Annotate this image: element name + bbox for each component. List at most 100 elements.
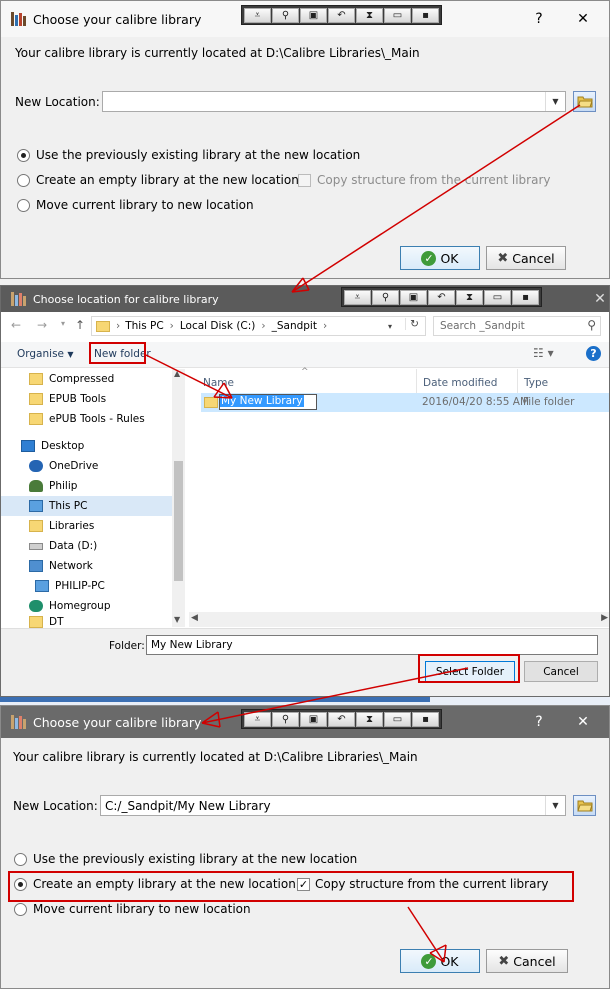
nav-item-philip[interactable]: Philip <box>29 476 77 496</box>
new-location-combo[interactable]: C:/_Sandpit/My New Library ▼ <box>100 795 566 816</box>
folder-input[interactable]: My New Library <box>146 635 598 655</box>
help-button[interactable]: ? <box>522 1 556 37</box>
scrollbar-thumb[interactable] <box>174 461 183 581</box>
radio-use-existing[interactable] <box>17 149 30 162</box>
radio-use-existing[interactable] <box>14 853 27 866</box>
up-arrow-icon[interactable]: ↑ <box>75 318 85 332</box>
search-box[interactable]: Search _Sandpit ⚲ <box>433 316 601 336</box>
collapse-icon[interactable]: ⩡ <box>344 289 371 305</box>
browse-folder-button[interactable] <box>573 91 596 112</box>
radio-create-empty[interactable] <box>17 174 30 187</box>
window-icon[interactable]: ▣ <box>300 711 327 727</box>
new-location-value: C:/_Sandpit/My New Library <box>105 799 271 813</box>
organise-button[interactable]: Organise ▼ <box>17 348 74 360</box>
navigation-pane: Compressed EPUB Tools ePUB Tools - Rules… <box>1 369 185 628</box>
nav-item-data-d[interactable]: Data (D:) <box>29 536 97 556</box>
refresh-icon[interactable]: ↻ <box>405 318 423 330</box>
nav-item-label: PHILIP-PC <box>55 580 105 592</box>
nav-item-epub-tools-rules[interactable]: ePUB Tools - Rules <box>29 409 145 429</box>
minimize-icon[interactable]: ▭ <box>384 7 411 23</box>
split-icon[interactable]: ⧗ <box>456 289 483 305</box>
split-icon[interactable]: ⧗ <box>356 711 383 727</box>
view-options-icon[interactable]: ☷ ▾ <box>533 346 554 360</box>
nav-item-network[interactable]: Network <box>29 556 93 576</box>
minimize-icon[interactable]: ▭ <box>384 711 411 727</box>
radio-use-existing-label[interactable]: Use the previously existing library at t… <box>33 852 357 866</box>
undo-icon[interactable]: ↶ <box>428 289 455 305</box>
radio-use-existing-label[interactable]: Use the previously existing library at t… <box>36 148 360 162</box>
back-arrow-icon[interactable]: ← <box>11 318 21 332</box>
help-icon[interactable]: ? <box>586 346 601 361</box>
nav-item-dt[interactable]: DT <box>29 616 64 628</box>
help-button[interactable]: ? <box>522 706 556 738</box>
pin-icon[interactable]: ⚲ <box>272 711 299 727</box>
scroll-left-icon[interactable]: ◀ <box>191 613 198 623</box>
nav-item-onedrive[interactable]: OneDrive <box>29 456 98 476</box>
nav-item-homegroup[interactable]: Homegroup <box>29 596 111 616</box>
scroll-down-icon[interactable]: ▼ <box>174 615 180 624</box>
radio-move-library-label[interactable]: Move current library to new location <box>33 902 251 916</box>
nav-item-libraries[interactable]: Libraries <box>29 516 94 536</box>
nav-item-this-pc[interactable]: This PC <box>1 496 172 516</box>
split-icon[interactable]: ⧗ <box>356 7 383 23</box>
rename-input[interactable]: My New Library <box>219 394 317 410</box>
nav-item-philip-pc[interactable]: PHILIP-PC <box>35 576 105 596</box>
new-location-combo[interactable]: ▼ <box>102 91 566 112</box>
close-button[interactable]: ✕ <box>566 1 600 37</box>
nav-scrollbar[interactable]: ▲ ▼ <box>172 369 185 627</box>
ok-button[interactable]: ✓ OK <box>400 246 480 270</box>
collapse-icon[interactable]: ⩡ <box>244 711 271 727</box>
scroll-right-icon[interactable]: ▶ <box>601 613 608 623</box>
new-folder-button[interactable]: New folder <box>94 348 151 360</box>
nav-item-desktop[interactable]: Desktop <box>21 436 84 456</box>
undo-icon[interactable]: ↶ <box>328 711 355 727</box>
cancel-button[interactable]: Cancel <box>524 661 598 682</box>
radio-create-empty-label[interactable]: Create an empty library at the new locat… <box>36 173 299 187</box>
dropdown-arrow-icon[interactable]: ▼ <box>545 796 565 815</box>
radio-create-empty-label[interactable]: Create an empty library at the new locat… <box>33 877 296 891</box>
window-icon[interactable]: ▣ <box>400 289 427 305</box>
cancel-button[interactable]: ✖ Cancel <box>486 246 566 270</box>
folder-icon <box>29 616 43 628</box>
breadcrumb-local-disk[interactable]: Local Disk (C:) <box>180 320 256 332</box>
copy-structure-checkbox[interactable] <box>298 174 311 187</box>
scroll-up-icon[interactable]: ▲ <box>174 369 180 378</box>
radio-move-library[interactable] <box>14 903 27 916</box>
dropdown-arrow-icon[interactable]: ▼ <box>545 92 565 111</box>
pin-icon[interactable]: ⚲ <box>372 289 399 305</box>
dot-icon[interactable]: ▪ <box>512 289 539 305</box>
ok-button[interactable]: ✓ OK <box>400 949 480 973</box>
search-input[interactable]: Search _Sandpit <box>440 320 525 332</box>
address-dropdown-icon[interactable]: ▾ <box>388 322 392 331</box>
table-row[interactable]: My New Library 2016/04/20 8:55 AM File f… <box>201 393 609 412</box>
copy-structure-label[interactable]: Copy structure from the current library <box>317 173 550 187</box>
radio-move-library[interactable] <box>17 199 30 212</box>
breadcrumb-sandpit[interactable]: _Sandpit <box>272 320 317 332</box>
forward-arrow-icon[interactable]: → <box>37 318 47 332</box>
pin-icon[interactable]: ⚲ <box>272 7 299 23</box>
nav-item-epub-tools[interactable]: EPUB Tools <box>29 389 106 409</box>
recent-chevron-icon[interactable]: ▾ <box>61 319 65 328</box>
radio-create-empty[interactable] <box>14 878 27 891</box>
computer-icon <box>35 580 49 592</box>
minimize-icon[interactable]: ▭ <box>484 289 511 305</box>
dot-icon[interactable]: ▪ <box>412 711 439 727</box>
close-button[interactable]: ✕ <box>566 706 600 738</box>
nav-item-compressed[interactable]: Compressed <box>29 369 114 389</box>
copy-structure-checkbox[interactable]: ✓ <box>297 878 310 891</box>
select-folder-button[interactable]: Select Folder <box>425 661 515 682</box>
radio-move-library-label[interactable]: Move current library to new location <box>36 198 254 212</box>
breadcrumb-this-pc[interactable]: This PC <box>125 320 163 332</box>
dot-icon[interactable]: ▪ <box>412 7 439 23</box>
window-icon[interactable]: ▣ <box>300 7 327 23</box>
horizontal-scrollbar[interactable]: ◀ ▶ <box>189 612 609 627</box>
close-button[interactable]: ✕ <box>583 286 609 312</box>
folder-icon <box>96 320 110 332</box>
browse-folder-button[interactable] <box>573 795 596 816</box>
ok-check-icon: ✓ <box>421 250 437 266</box>
copy-structure-label[interactable]: Copy structure from the current library <box>315 877 548 891</box>
address-bar[interactable]: › This PC › Local Disk (C:) › _Sandpit ›… <box>91 316 426 336</box>
undo-icon[interactable]: ↶ <box>328 7 355 23</box>
collapse-icon[interactable]: ⩡ <box>244 7 271 23</box>
cancel-button[interactable]: ✖ Cancel <box>486 949 568 973</box>
